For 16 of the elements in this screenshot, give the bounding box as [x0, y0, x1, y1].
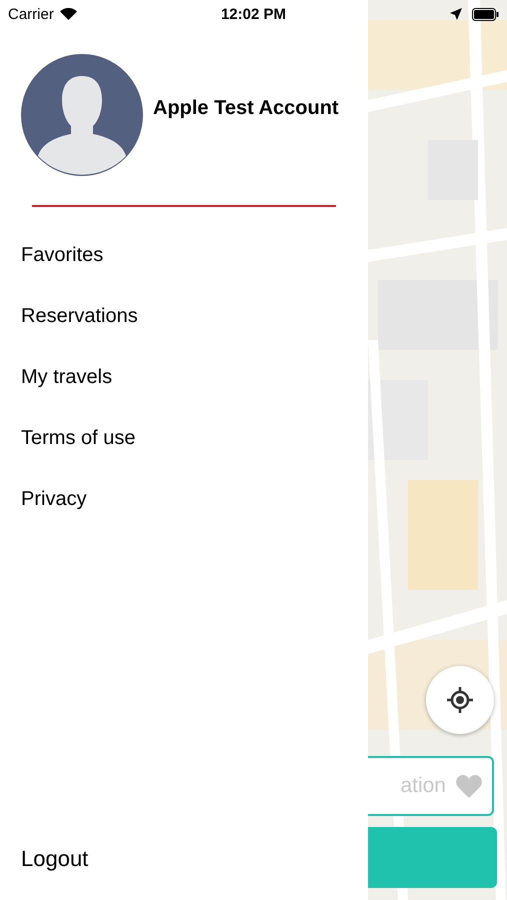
clock: 12:02 PM — [220, 6, 286, 22]
heart-icon[interactable] — [456, 775, 482, 798]
wifi-icon — [60, 8, 77, 20]
target-icon — [446, 686, 474, 714]
menu-item[interactable]: My travels — [0, 347, 368, 408]
battery-icon — [472, 8, 499, 20]
menu-item[interactable]: Privacy — [0, 469, 368, 530]
avatar-icon — [21, 54, 143, 176]
menu-item[interactable]: Terms of use — [0, 408, 368, 469]
location-arrow-icon — [450, 8, 462, 20]
carrier-label: Carrier — [8, 6, 54, 22]
menu-item[interactable]: Favorites — [0, 225, 368, 286]
logout-link[interactable]: Logout — [0, 846, 110, 872]
action-button[interactable] — [368, 827, 497, 888]
menu-item[interactable]: Reservations — [0, 286, 368, 347]
account-name: Apple Test Account — [153, 96, 339, 120]
